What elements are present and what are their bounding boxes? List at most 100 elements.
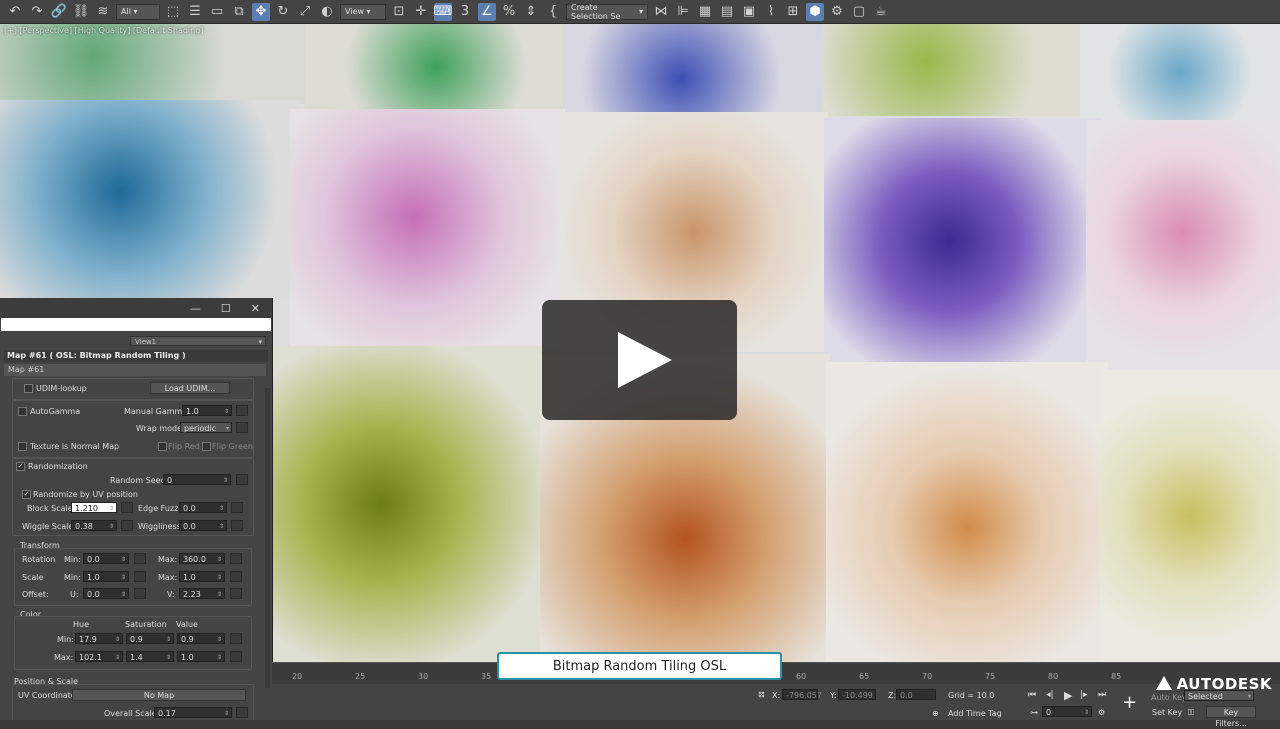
value-min-spinner[interactable]: 0.9 ⇕ [177,633,225,644]
placement-icon[interactable]: ◐ [318,3,336,21]
isolate-icon[interactable]: ⊠ [758,690,765,699]
offset-v-map-slot[interactable] [230,588,242,599]
z-coord-field[interactable]: 0.0 [896,689,936,700]
overall-scale-spinner[interactable]: 0.17 ⇕ [154,707,232,718]
color-min-map-slot[interactable] [230,633,242,644]
overall-scale-map-slot[interactable] [236,707,248,718]
percent-snap-icon[interactable]: % [500,3,518,21]
viewport-label[interactable]: [+] [Perspective] [High Quality] [Defaul… [4,26,203,35]
hue-min-spinner[interactable]: 17.9 ⇕ [75,633,123,644]
offset-u-map-slot[interactable] [134,588,146,599]
randomization-checkbox[interactable]: ✓ [16,462,25,471]
udim-checkbox[interactable] [24,384,33,393]
edge-fuzz-map-slot[interactable] [231,502,243,513]
saturation-min-spinner[interactable]: 0.9 ⇕ [126,633,174,644]
hue-max-spinner[interactable]: 102.1 ⇕ [75,651,123,662]
close-icon[interactable]: ✕ [251,302,260,315]
play-animation-icon[interactable]: ▶ [1064,689,1072,702]
flip-red-checkbox[interactable] [158,442,167,451]
select-by-name-icon[interactable]: ☰ [186,3,204,21]
render-setup-icon[interactable]: ⚙ [828,3,846,21]
random-seed-map-slot[interactable] [236,474,248,485]
align-icon[interactable]: ⊫ [674,3,692,21]
edit-named-sel-icon[interactable]: { [544,3,562,21]
manual-gamma-map-slot[interactable] [236,405,248,416]
previous-frame-icon[interactable]: ◂| [1046,690,1054,700]
wrap-mode-dropdown[interactable]: periodic ▾ [180,422,232,433]
offset-u-spinner[interactable]: 0.0 ⇕ [83,588,129,599]
link-icon[interactable]: 🔗 [50,3,68,21]
go-to-start-icon[interactable]: ⏮ [1028,690,1036,700]
wiggliness-map-slot[interactable] [231,520,243,531]
edge-fuzz-spinner[interactable]: 0.0 ⇕ [179,502,227,513]
rotation-min-spinner[interactable]: 0.0 ⇕ [83,553,129,564]
saturation-max-spinner[interactable]: 1.4 ⇕ [126,651,174,662]
snap-3d-icon[interactable]: 3 [456,3,474,21]
undo-icon[interactable]: ↶ [6,3,24,21]
block-scale-map-slot[interactable] [121,502,133,513]
bind-spacewarp-icon[interactable]: ≋ [94,3,112,21]
selection-set-dropdown[interactable]: Create Selection Se ▾ [566,3,648,21]
rect-region-icon[interactable]: ▭ [208,3,226,21]
rotation-max-spinner[interactable]: 360.0 ⇕ [179,553,225,564]
scale-max-map-slot[interactable] [230,571,242,582]
load-udim-button[interactable]: Load UDIM... [150,382,230,394]
angle-snap-icon[interactable]: ∠ [478,2,496,21]
panel-scrollbar[interactable] [265,388,270,688]
wiggliness-spinner[interactable]: 0.0 ⇕ [179,520,227,531]
set-keys-icon[interactable]: + [1122,692,1137,713]
mirror-icon[interactable]: ⋈ [652,3,670,21]
scale-min-spinner[interactable]: 1.0 ⇕ [83,571,129,582]
keyboard-shortcut-icon[interactable]: ⌨ [434,2,452,21]
schematic-view-icon[interactable]: ⊞ [784,3,802,21]
current-frame-field[interactable]: 0 ⇕ [1042,706,1092,717]
time-config-icon[interactable]: ⚙ [1098,708,1105,717]
toggle-layer-explorer-icon[interactable]: ▤ [718,3,736,21]
pivot-icon[interactable]: ⊡ [390,3,408,21]
scale-min-map-slot[interactable] [134,571,146,582]
toggle-ribbon-icon[interactable]: ▣ [740,3,758,21]
uv-coordinate-button[interactable]: No Map [72,689,246,701]
curve-editor-icon[interactable]: ⌇ [762,3,780,21]
manual-gamma-spinner[interactable]: 1.0 ⇕ [182,405,232,416]
unlink-icon[interactable]: ⛓ [72,3,90,21]
randomize-uv-checkbox[interactable]: ✓ [22,490,31,499]
go-to-end-icon[interactable]: ⏭ [1098,690,1106,700]
toggle-scene-explorer-icon[interactable]: ▦ [696,3,714,21]
maximize-icon[interactable]: ☐ [221,302,231,315]
map-name-field[interactable]: Map #61 [4,364,266,376]
material-editor-icon[interactable]: ⬢ [806,2,824,21]
window-crossing-icon[interactable]: ⧉ [230,3,248,21]
render-icon[interactable]: ☕ [872,3,890,21]
rotation-min-map-slot[interactable] [134,553,146,564]
wiggle-scale-map-slot[interactable] [121,520,133,531]
x-coord-field[interactable]: -796.057 [782,689,822,700]
set-key-button[interactable]: Set Key [1152,708,1182,717]
spinner-snap-icon[interactable]: ⇕ [522,3,540,21]
rotation-max-map-slot[interactable] [230,553,242,564]
view-dropdown[interactable]: View1 ▾ [130,336,266,346]
flip-green-checkbox[interactable] [202,442,211,451]
random-seed-spinner[interactable]: 0 ⇕ [163,474,231,485]
y-coord-field[interactable]: -10.499 [838,689,876,700]
scale-icon[interactable]: ⤢ [296,3,314,21]
key-filters-button[interactable]: Key Filters... [1206,706,1256,728]
value-max-spinner[interactable]: 1.0 ⇕ [177,651,225,662]
normal-map-checkbox[interactable] [18,442,27,451]
offset-v-spinner[interactable]: 2.23 ⇕ [179,588,225,599]
render-frame-icon[interactable]: ▢ [850,3,868,21]
redo-icon[interactable]: ↷ [28,3,46,21]
reference-coord-dropdown[interactable]: View ▾ [340,3,386,20]
scale-max-spinner[interactable]: 1.0 ⇕ [179,571,225,582]
video-play-button[interactable] [542,300,737,420]
auto-key-button[interactable]: Auto Key [1151,693,1187,702]
move-icon[interactable]: ✥ [252,2,270,21]
block-scale-spinner[interactable]: 1.210 ⇕ [71,502,117,513]
key-mode-icon[interactable]: ⊶ [1030,708,1038,717]
color-max-map-slot[interactable] [230,651,242,662]
autogamma-checkbox[interactable] [18,407,27,416]
select-manipulate-icon[interactable]: ✛ [412,3,430,21]
wrap-mode-map-slot[interactable] [236,422,248,433]
rotate-icon[interactable]: ↻ [274,3,292,21]
select-icon[interactable]: ⬚ [164,3,182,21]
